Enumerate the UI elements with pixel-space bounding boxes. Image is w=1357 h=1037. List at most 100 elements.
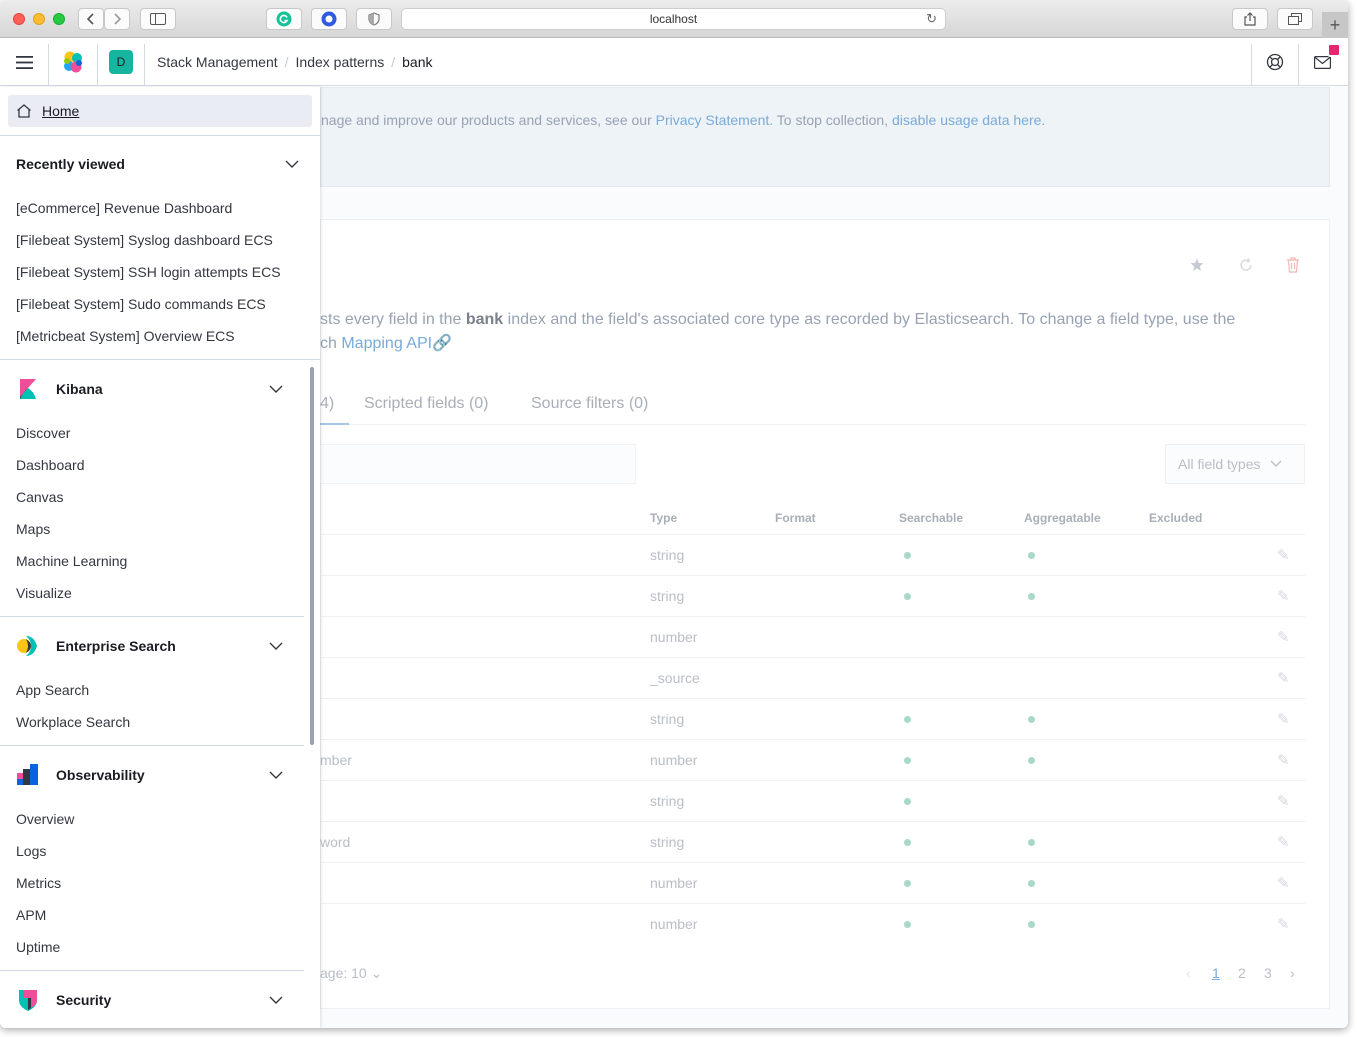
nav-item-dashboard[interactable]: Dashboard xyxy=(16,457,85,473)
searchable-dot xyxy=(904,921,911,928)
column-header-searchable[interactable]: Searchable xyxy=(899,511,963,525)
nav-item-canvas[interactable]: Canvas xyxy=(16,489,63,505)
next-page-icon[interactable]: › xyxy=(1290,965,1295,981)
privacy-statement-link[interactable]: Privacy Statement xyxy=(656,112,770,128)
browser-toolbar: localhost ↻ + xyxy=(0,0,1348,38)
chevron-down-icon[interactable] xyxy=(269,641,283,651)
nav-item-visualize[interactable]: Visualize xyxy=(16,585,72,601)
breadcrumb-index-patterns[interactable]: Index patterns xyxy=(296,54,385,70)
chevron-left-icon xyxy=(87,13,94,25)
refresh-icon[interactable] xyxy=(1239,258,1253,272)
zoom-window-button[interactable] xyxy=(53,13,65,25)
nav-item-workplace-search[interactable]: Workplace Search xyxy=(16,714,130,730)
star-icon[interactable] xyxy=(1190,258,1204,272)
tab-scripted-fields[interactable]: Scripted fields (0) xyxy=(364,395,489,413)
menu-toggle-button[interactable] xyxy=(0,38,48,86)
sidebar-toggle-button[interactable] xyxy=(140,8,176,30)
edit-pencil-icon[interactable]: ✎ xyxy=(1277,628,1290,646)
nav-home-link[interactable]: Home xyxy=(8,95,312,127)
tabs-overview-button[interactable] xyxy=(1277,8,1313,30)
nav-item-app-search[interactable]: App Search xyxy=(16,682,89,698)
searchable-dot xyxy=(904,880,911,887)
page-3-button[interactable]: 3 xyxy=(1264,965,1272,981)
edit-pencil-icon[interactable]: ✎ xyxy=(1277,669,1290,687)
edit-pencil-icon[interactable]: ✎ xyxy=(1277,833,1290,851)
minimize-window-button[interactable] xyxy=(33,13,45,25)
field-type-cell: string xyxy=(650,793,685,809)
nav-item-apm[interactable]: APM xyxy=(16,907,46,923)
enterprise-search-logo-icon xyxy=(17,636,37,656)
column-header-type[interactable]: Type xyxy=(650,511,677,525)
edit-pencil-icon[interactable]: ✎ xyxy=(1277,874,1290,892)
field-type-select[interactable]: All field types xyxy=(1165,444,1305,484)
breadcrumb-stack-management[interactable]: Stack Management xyxy=(157,54,278,70)
column-header-aggregatable[interactable]: Aggregatable xyxy=(1024,511,1101,525)
chevron-down-icon[interactable] xyxy=(285,159,299,169)
grammarly-extension-button[interactable] xyxy=(266,8,302,30)
mapping-api-link[interactable]: Mapping API xyxy=(341,335,432,352)
edit-pencil-icon[interactable]: ✎ xyxy=(1277,710,1290,728)
edit-pencil-icon[interactable]: ✎ xyxy=(1277,915,1290,933)
nav-item-machine-learning[interactable]: Machine Learning xyxy=(16,553,127,569)
edit-pencil-icon[interactable]: ✎ xyxy=(1277,751,1290,769)
tab-fields[interactable]: 4) xyxy=(320,395,334,413)
field-type-cell: number xyxy=(650,629,698,645)
nav-item-maps[interactable]: Maps xyxy=(16,521,50,537)
table-row: word string ✎ xyxy=(320,821,1305,862)
searchable-dot xyxy=(904,757,911,764)
enterprise-search-group-title[interactable]: Enterprise Search xyxy=(56,638,176,654)
chevron-down-icon[interactable] xyxy=(269,995,283,1005)
aggregatable-dot xyxy=(1028,921,1035,928)
nav-item-metrics[interactable]: Metrics xyxy=(16,875,61,891)
space-selector-button[interactable]: D xyxy=(98,38,144,86)
edit-pencil-icon[interactable]: ✎ xyxy=(1277,792,1290,810)
prev-page-icon[interactable]: ‹ xyxy=(1186,965,1191,981)
chevron-down-icon[interactable] xyxy=(269,384,283,394)
field-type-cell: string xyxy=(650,834,685,850)
table-row: string ✎ xyxy=(320,575,1305,616)
nav-item-logs[interactable]: Logs xyxy=(16,843,46,859)
extension-button[interactable] xyxy=(311,8,347,30)
column-header-format[interactable]: Format xyxy=(775,511,816,525)
page-2-button[interactable]: 2 xyxy=(1238,965,1246,981)
disable-usage-data-link[interactable]: disable usage data here xyxy=(892,112,1041,128)
nav-scrollbar[interactable] xyxy=(310,367,314,745)
circle-extension-icon xyxy=(321,11,337,27)
column-header-excluded[interactable]: Excluded xyxy=(1149,511,1202,525)
help-button[interactable] xyxy=(1252,38,1298,86)
rows-per-page-button[interactable]: age: 10 ⌄ xyxy=(320,965,382,982)
recently-viewed-title[interactable]: Recently viewed xyxy=(16,156,125,172)
recent-item-sudo-commands[interactable]: [Filebeat System] Sudo commands ECS xyxy=(16,296,266,312)
nav-item-uptime[interactable]: Uptime xyxy=(16,939,60,955)
elastic-logo-button[interactable] xyxy=(49,38,97,86)
tab-source-filters[interactable]: Source filters (0) xyxy=(531,395,648,413)
chevron-down-icon[interactable] xyxy=(269,770,283,780)
close-window-button[interactable] xyxy=(13,13,25,25)
nav-item-discover[interactable]: Discover xyxy=(16,425,70,441)
recent-item-syslog-dashboard[interactable]: [Filebeat System] Syslog dashboard ECS xyxy=(16,232,273,248)
field-type-select-value: All field types xyxy=(1178,456,1261,472)
recent-item-ecommerce-revenue[interactable]: [eCommerce] Revenue Dashboard xyxy=(16,200,232,216)
field-name-cell: mber xyxy=(320,752,352,768)
page-1-button[interactable]: 1 xyxy=(1212,965,1220,981)
forward-button[interactable] xyxy=(104,8,130,30)
nav-item-overview[interactable]: Overview xyxy=(16,811,74,827)
new-tab-button[interactable]: + xyxy=(1322,12,1348,38)
field-search-input[interactable] xyxy=(320,444,636,484)
reload-icon[interactable]: ↻ xyxy=(926,11,937,27)
share-button[interactable] xyxy=(1232,8,1268,30)
recent-item-ssh-login[interactable]: [Filebeat System] SSH login attempts ECS xyxy=(16,264,281,280)
edit-pencil-icon[interactable]: ✎ xyxy=(1277,587,1290,605)
recent-item-metricbeat-overview[interactable]: [Metricbeat System] Overview ECS xyxy=(16,328,235,344)
observability-group-title[interactable]: Observability xyxy=(56,767,145,783)
back-button[interactable] xyxy=(78,8,104,30)
field-type-cell: number xyxy=(650,916,698,932)
privacy-extension-button[interactable] xyxy=(356,8,392,30)
security-group-title[interactable]: Security xyxy=(56,992,111,1008)
delete-icon[interactable] xyxy=(1286,257,1300,273)
kibana-group-title[interactable]: Kibana xyxy=(56,381,103,397)
edit-pencil-icon[interactable]: ✎ xyxy=(1277,546,1290,564)
table-row: number ✎ xyxy=(320,616,1305,657)
table-row: string ✎ xyxy=(320,534,1305,575)
address-bar[interactable]: localhost ↻ xyxy=(401,8,946,30)
